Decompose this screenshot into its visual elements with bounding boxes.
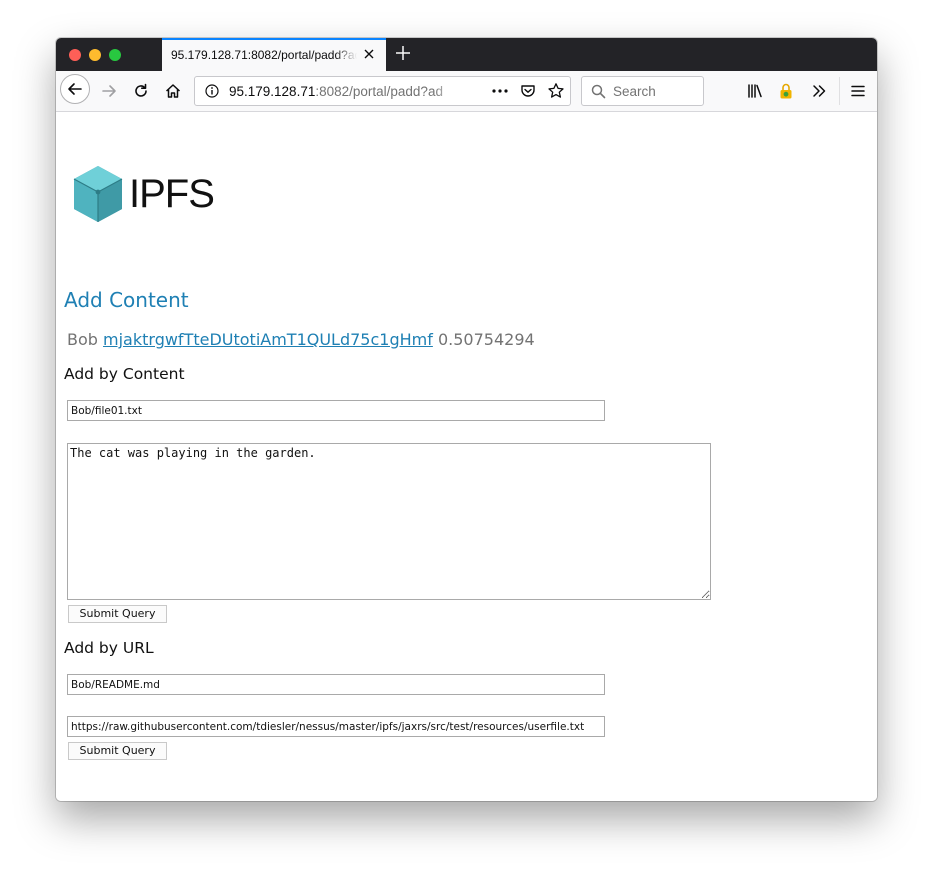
user-address-link[interactable]: mjaktrgwfTteDUtotiAmT1QULd75c1gHmf [103, 330, 433, 349]
bookmark-star-icon[interactable] [547, 82, 565, 100]
extension-button[interactable] [772, 77, 800, 105]
submit-url-button[interactable]: Submit Query [68, 742, 167, 760]
ipfs-logo-text: IPFS [129, 172, 215, 216]
minimize-window-button[interactable] [89, 49, 101, 61]
toolbar-separator [839, 77, 840, 105]
url-bar[interactable]: 95.179.128.71:8082/portal/padd?ad [194, 76, 571, 106]
tab-title: 95.179.128.71:8082/portal/padd?add [171, 48, 357, 62]
url-source-input[interactable] [67, 716, 605, 737]
page-content: IPFS Add Content Bob mjaktrgwfTteDUtotiA… [56, 112, 877, 801]
library-button[interactable] [741, 77, 769, 105]
close-tab-icon[interactable] [362, 47, 376, 61]
search-icon [591, 84, 606, 99]
pocket-icon[interactable] [520, 83, 536, 99]
forward-arrow-icon [102, 85, 116, 97]
page-title: Add Content [64, 288, 189, 312]
user-info: Bob mjaktrgwfTteDUtotiAmT1QULd75c1gHmf 0… [67, 330, 535, 349]
forward-button[interactable] [95, 77, 123, 105]
nav-toolbar: 95.179.128.71:8082/portal/padd?ad Search [56, 71, 877, 112]
reload-button[interactable] [127, 77, 155, 105]
add-by-content-heading: Add by Content [64, 365, 185, 383]
library-icon [748, 84, 762, 98]
url-path: :8082/portal/padd?ad [315, 84, 443, 99]
url-path-input[interactable] [67, 674, 605, 695]
content-path-input[interactable] [67, 400, 605, 421]
padlock-extension-icon [780, 83, 792, 99]
url-text[interactable]: 95.179.128.71:8082/portal/padd?ad [229, 84, 457, 99]
info-icon[interactable] [205, 84, 219, 98]
url-host: 95.179.128.71 [229, 84, 316, 99]
back-arrow-icon [68, 83, 82, 95]
submit-content-button[interactable]: Submit Query [68, 605, 167, 623]
browser-window: 95.179.128.71:8082/portal/padd?add 95.17… [56, 38, 877, 801]
chevron-double-right-icon [813, 85, 826, 97]
active-tab[interactable]: 95.179.128.71:8082/portal/padd?add [162, 38, 386, 71]
overflow-button[interactable] [805, 77, 833, 105]
hamburger-menu-icon [851, 85, 865, 97]
back-button[interactable] [60, 74, 90, 104]
reload-icon [135, 83, 147, 97]
zoom-window-button[interactable] [109, 49, 121, 61]
home-icon [165, 84, 181, 98]
add-by-url-heading: Add by URL [64, 639, 154, 657]
menu-button[interactable] [844, 77, 872, 105]
search-bar[interactable]: Search [581, 76, 704, 106]
content-textarea[interactable]: The cat was playing in the garden. [67, 443, 711, 600]
search-placeholder: Search [613, 84, 656, 99]
tab-bar: 95.179.128.71:8082/portal/padd?add [56, 38, 877, 71]
close-window-button[interactable] [69, 49, 81, 61]
user-balance: 0.50754294 [437, 330, 535, 349]
new-tab-icon[interactable] [395, 45, 411, 61]
home-button[interactable] [159, 77, 187, 105]
more-actions-icon[interactable] [491, 84, 509, 98]
user-name: Bob [67, 330, 98, 349]
